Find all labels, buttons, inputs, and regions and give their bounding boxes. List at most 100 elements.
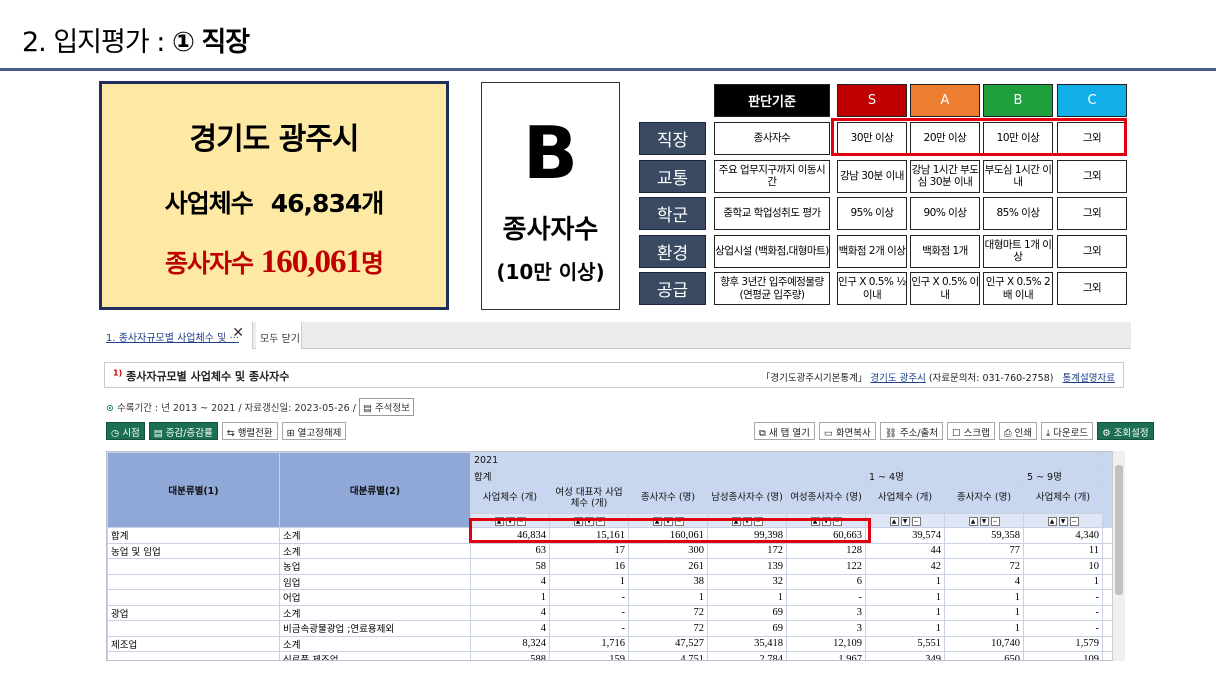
table-cell: 10,740 — [944, 635, 1024, 652]
row-subcategory: 식료품 제조업 — [279, 651, 471, 660]
toolbar-button[interactable]: ◷ 시점 — [106, 422, 145, 440]
toolbar-button-label[interactable]: 스크랩 — [964, 428, 990, 439]
table-cell: - — [549, 589, 629, 606]
table-cell: 4 — [470, 620, 550, 637]
filter-down-icon[interactable]: ▼ — [900, 517, 910, 526]
toolbar-button[interactable]: ⧉ 새 탭 열기 — [754, 422, 815, 440]
toolbar-button-label[interactable]: 조회설정 — [1114, 428, 1149, 439]
criteria-highlight — [831, 118, 1127, 156]
table-cell: - — [549, 620, 629, 637]
table-cell: 300 — [628, 542, 708, 559]
toolbar-button-label[interactable]: 주소/출처 — [900, 428, 938, 439]
table-cell: 1 — [470, 589, 550, 606]
sub-header: 여성종사자수 (명) — [786, 483, 866, 514]
summary-box: 경기도 광주시 사업체수 46,834개 종사자수 160,061명 — [99, 81, 449, 310]
tab-active-label[interactable]: 1. 종사자규모별 사업체수 및 ··· — [106, 333, 239, 344]
toolbar-button-label[interactable]: 시점 — [122, 428, 139, 439]
title-circle: ① — [171, 27, 195, 58]
toolbar-button-label[interactable]: 열고정해제 — [298, 428, 342, 439]
criteria-cell: 부도심 1시간 이내 — [983, 159, 1053, 193]
row-category — [107, 573, 280, 590]
data-grid[interactable]: 대분류별(1) 대분류별(2) 2021 합계 1 ~ 4명 5 ~ 9명 사업체수 (개)… — [106, 451, 1125, 661]
toolbar-button[interactable]: ⤓ 다운로드 — [1040, 422, 1094, 440]
table-cell: 261 — [628, 558, 708, 575]
table-cell: 4 — [470, 604, 550, 621]
row-category: 농업 및 임업 — [107, 542, 280, 559]
criteria-cell: 그외 — [1057, 272, 1127, 305]
criteria-basis: 주요 업무지구까지 이동시간 — [714, 159, 830, 193]
filter-up-icon[interactable]: ▲ — [889, 517, 899, 526]
note-button[interactable]: ▤ 주석정보 — [358, 398, 414, 416]
toolbar-button-label[interactable]: 행렬전환 — [238, 428, 273, 439]
row-subcategory: 소계 — [279, 604, 471, 621]
toolbar-button[interactable]: ▤ 증감/증감률 — [148, 422, 218, 440]
toolbar-button[interactable]: ⇆ 행렬전환 — [221, 422, 278, 440]
table-cell: 1 — [549, 573, 629, 590]
row-subcategory: 농업 — [279, 558, 471, 575]
table-cell: 69 — [707, 620, 787, 637]
filter-down-icon[interactable]: ▼ — [979, 517, 989, 526]
table-cell: 349 — [865, 651, 945, 660]
guide-link[interactable]: 통계설명자료 — [1063, 373, 1115, 384]
emp-value: 160,061 — [260, 244, 362, 280]
scroll-thumb[interactable] — [1115, 465, 1123, 595]
source-link[interactable]: 경기도 광주시 — [870, 373, 925, 384]
table-cell: 47,527 — [628, 635, 708, 652]
table-cell: 1,967 — [786, 651, 866, 660]
city-name: 경기도 광주시 — [189, 122, 359, 157]
filter-minus-icon[interactable]: − — [990, 517, 1000, 526]
grid-scrollbar[interactable] — [1112, 451, 1125, 661]
table-cell: 39,574 — [865, 527, 945, 544]
table-row: 임업 4 1 38 32 6 1 4 1 — [107, 573, 1117, 590]
toolbar-icon: ⇆ — [226, 428, 238, 439]
table-cell: 63 — [470, 542, 550, 559]
table-cell: 59,358 — [944, 527, 1024, 544]
biz-value: 46,834개 — [270, 189, 384, 218]
stat-title-text: 종사자규모별 사업체수 및 종사자수 — [126, 370, 290, 383]
table-cell: 1 — [865, 573, 945, 590]
table-cell: 2,784 — [707, 651, 787, 660]
filter-up-icon[interactable]: ▲ — [1047, 517, 1057, 526]
filter-minus-icon[interactable]: − — [1069, 517, 1079, 526]
grade-letter: B — [523, 111, 578, 195]
toolbar-button[interactable]: ⊞ 열고정해제 — [281, 422, 347, 440]
table-cell: 1 — [944, 620, 1024, 637]
table-cell: 4 — [944, 573, 1024, 590]
tab-active[interactable]: 1. 종사자규모별 사업체수 및 ··· ✕ — [101, 322, 253, 349]
table-cell: 35,418 — [707, 635, 787, 652]
table-cell: 4,751 — [628, 651, 708, 660]
table-cell: 4 — [470, 573, 550, 590]
emp-line: 종사자수 160,061명 — [102, 244, 446, 281]
toolbar-button-label[interactable]: 증감/증감률 — [166, 428, 213, 439]
toolbar-icon: ▤ — [153, 428, 166, 439]
toolbar-button[interactable]: ⎙ 인쇄 — [998, 422, 1037, 440]
criteria-basis: 종사자수 — [714, 122, 830, 155]
filter-down-icon[interactable]: ▼ — [1058, 517, 1068, 526]
toolbar-button[interactable]: ⛓ 주소/출처 — [879, 422, 944, 440]
note-button-label[interactable]: 주석정보 — [375, 403, 410, 414]
data-table: 대분류별(1) 대분류별(2) 2021 합계 1 ~ 4명 5 ~ 9명 사업체수 (개)… — [107, 452, 1117, 660]
biz-label: 사업체수 — [164, 189, 254, 218]
toolbar-button-label[interactable]: 화면복사 — [836, 428, 871, 439]
table-row: 농업 및 임업 소계 63 17 300 172 128 44 77 11 — [107, 542, 1117, 559]
toolbar-button[interactable]: ☐ 스크랩 — [947, 422, 995, 440]
toolbar-icon: ⊞ — [286, 428, 298, 439]
table-cell: 16 — [549, 558, 629, 575]
close-icon[interactable]: ✕ — [232, 325, 244, 341]
criteria-cell: 95% 이상 — [837, 197, 907, 230]
close-all-tab[interactable]: 모두 닫기 — [256, 322, 302, 349]
meta-text: 수록기간 : 년 2013 ~ 2021 / 자료갱신일: 2023-05-26… — [117, 403, 356, 414]
toolbar-button-label[interactable]: 인쇄 — [1014, 428, 1031, 439]
row-category — [107, 651, 280, 660]
table-cell: 11 — [1023, 542, 1103, 559]
toolbar-button-label[interactable]: 다운로드 — [1053, 428, 1088, 439]
toolbar-button[interactable]: ▭ 화면복사 — [818, 422, 876, 440]
toolbar-button[interactable]: ⚙ 조회설정 — [1097, 422, 1154, 440]
toolbar-button-label[interactable]: 새 탭 열기 — [769, 428, 810, 439]
row-category: 광업 — [107, 604, 280, 621]
biz-line: 사업체수 46,834개 — [102, 184, 446, 220]
filter-minus-icon[interactable]: − — [911, 517, 921, 526]
toolbar-icon: ⧉ — [759, 428, 769, 439]
grade-label: 종사자수 — [502, 215, 599, 245]
filter-up-icon[interactable]: ▲ — [968, 517, 978, 526]
